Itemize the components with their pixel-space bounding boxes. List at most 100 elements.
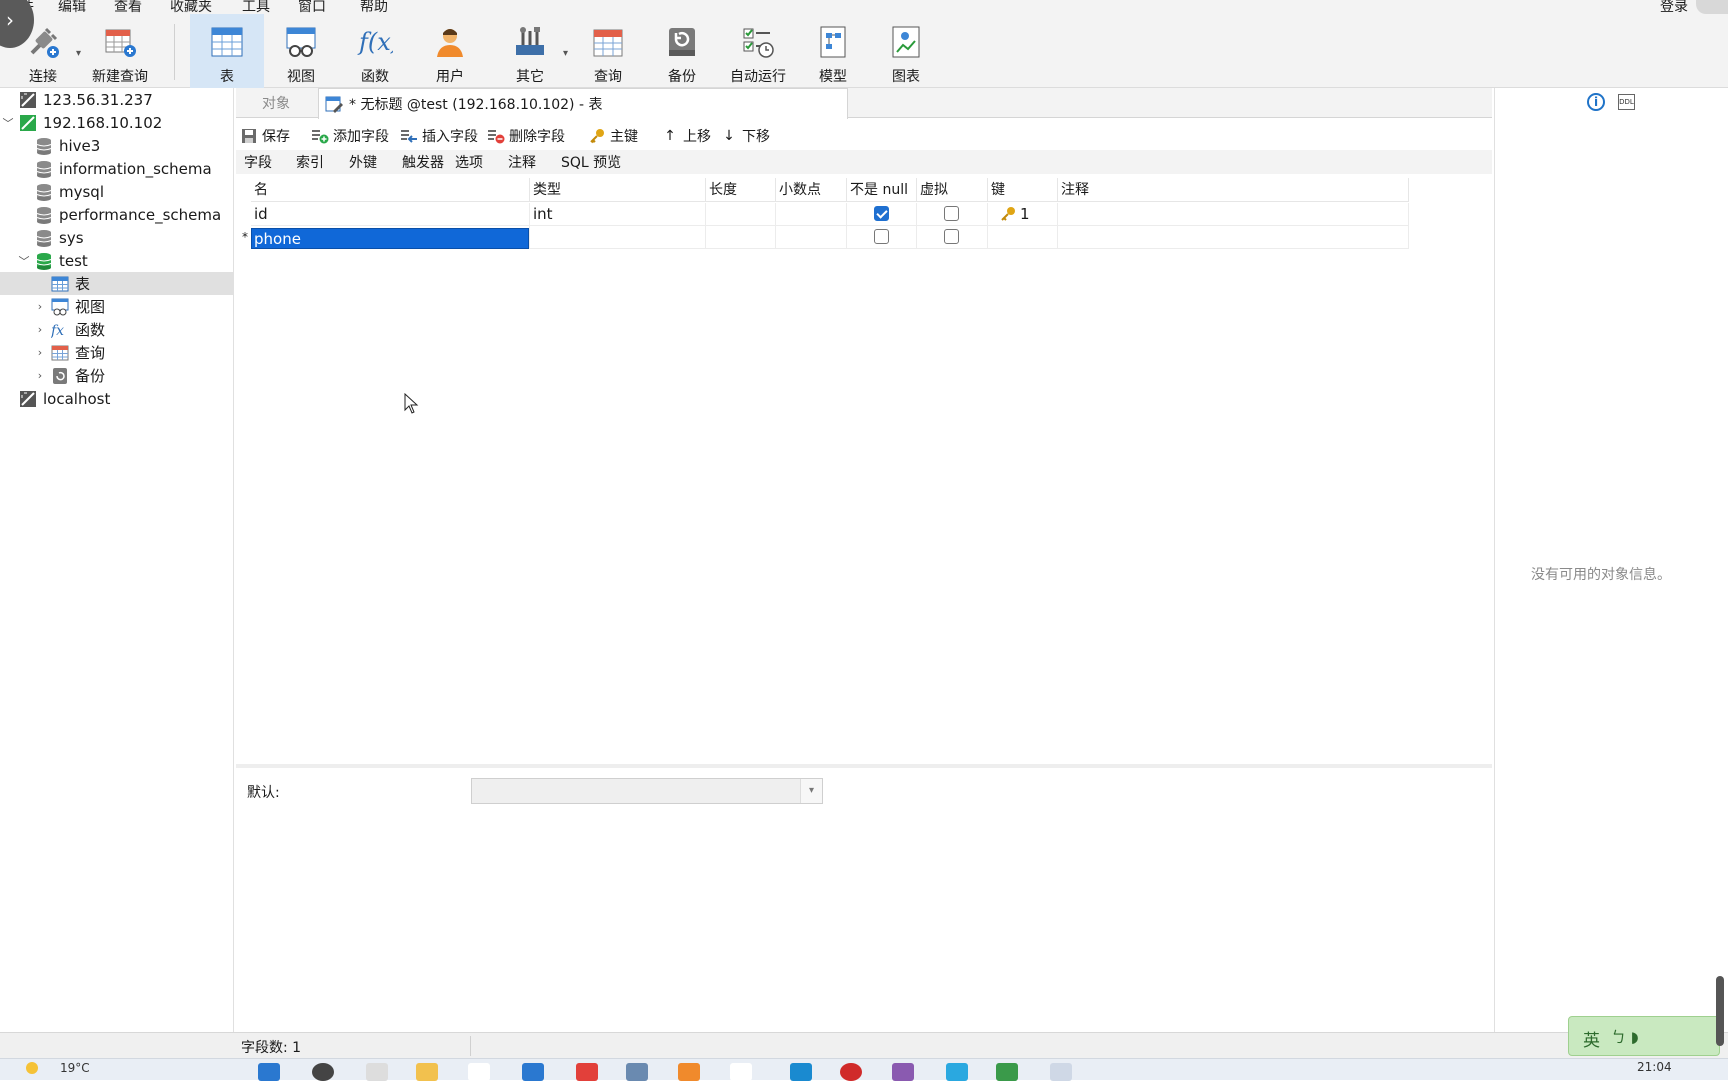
app-icon[interactable] bbox=[996, 1063, 1018, 1081]
tree-item-functions[interactable]: › fx 函数 bbox=[0, 318, 233, 341]
field-type-cell[interactable]: int bbox=[530, 203, 706, 226]
field-length-cell[interactable] bbox=[706, 226, 776, 249]
not-null-checkbox[interactable] bbox=[874, 229, 889, 244]
avatar[interactable] bbox=[1696, 0, 1728, 14]
tab-indexes[interactable]: 索引 bbox=[296, 152, 324, 172]
field-name-editor[interactable]: phone bbox=[251, 228, 529, 249]
column-header-length[interactable]: 长度 bbox=[706, 178, 776, 202]
app-icon[interactable] bbox=[946, 1063, 968, 1081]
virtual-checkbox[interactable] bbox=[944, 206, 959, 221]
info-icon[interactable]: i bbox=[1587, 93, 1605, 111]
insert-field-button[interactable]: 插入字段 bbox=[400, 125, 478, 147]
field-length-cell[interactable] bbox=[706, 203, 776, 226]
tab-objects[interactable]: 对象 bbox=[236, 88, 316, 118]
not-null-checkbox[interactable] bbox=[874, 206, 889, 221]
tree-connection[interactable]: 123.56.31.237 bbox=[0, 88, 233, 111]
search-icon[interactable] bbox=[312, 1063, 334, 1081]
tab-foreign-keys[interactable]: 外键 bbox=[349, 152, 377, 172]
column-header-type[interactable]: 类型 bbox=[530, 178, 706, 202]
primary-key-button[interactable]: 主键 bbox=[588, 125, 638, 147]
field-name-cell[interactable]: id bbox=[251, 203, 530, 226]
field-decimals-cell[interactable] bbox=[776, 203, 847, 226]
field-type-cell[interactable] bbox=[530, 226, 706, 249]
app-icon[interactable] bbox=[790, 1063, 812, 1081]
chevron-right-icon[interactable]: › bbox=[33, 369, 47, 382]
ddl-icon[interactable]: DDL bbox=[1618, 94, 1635, 110]
model-button[interactable]: 模型 bbox=[796, 14, 870, 88]
navicat-taskbar-icon[interactable] bbox=[1050, 1063, 1072, 1081]
virtual-checkbox[interactable] bbox=[944, 229, 959, 244]
tab-sql-preview[interactable]: SQL 预览 bbox=[561, 152, 621, 172]
move-down-button[interactable]: ↓ 下移 bbox=[720, 125, 770, 147]
field-key-cell[interactable] bbox=[988, 226, 1058, 249]
tree-item-tables[interactable]: 表 bbox=[0, 272, 233, 295]
tree-database[interactable]: ﹀ test bbox=[0, 249, 233, 272]
query-button[interactable]: 查询 bbox=[571, 14, 645, 88]
autorun-button[interactable]: 自动运行 bbox=[720, 14, 796, 88]
chevron-right-icon[interactable]: › bbox=[33, 300, 47, 313]
move-up-button[interactable]: ↑ 上移 bbox=[661, 125, 711, 147]
others-button[interactable]: 其它 bbox=[493, 14, 567, 88]
tree-connection[interactable]: localhost bbox=[0, 387, 233, 410]
view-button[interactable]: 视图 bbox=[264, 14, 338, 88]
task-view-icon[interactable] bbox=[366, 1063, 388, 1081]
app-icon[interactable] bbox=[576, 1063, 598, 1081]
save-button[interactable]: 保存 bbox=[240, 125, 290, 147]
tree-connection[interactable]: ﹀ 192.168.10.102 bbox=[0, 111, 233, 134]
tab-table-designer[interactable]: * 无标题 @test (192.168.10.102) - 表 bbox=[318, 88, 848, 119]
chart-button[interactable]: 图表 bbox=[869, 14, 943, 88]
app-icon[interactable] bbox=[626, 1063, 648, 1081]
function-button[interactable]: f(x) 函数 bbox=[338, 14, 412, 88]
tab-comment[interactable]: 注释 bbox=[508, 152, 536, 172]
weather-icon[interactable] bbox=[26, 1062, 38, 1074]
ime-toolbar[interactable]: 英 ㄅ ◗ bbox=[1568, 1016, 1720, 1056]
default-value-select[interactable]: ▾ bbox=[471, 778, 823, 804]
field-comment-cell[interactable] bbox=[1058, 203, 1409, 226]
tree-database[interactable]: information_schema bbox=[0, 157, 233, 180]
chevron-down-icon[interactable]: ▾ bbox=[800, 779, 822, 803]
tree-database[interactable]: hive3 bbox=[0, 134, 233, 157]
backup-button[interactable]: 备份 bbox=[645, 14, 719, 88]
table-button[interactable]: 表 bbox=[190, 14, 264, 88]
weather-temp[interactable]: 19°C bbox=[60, 1061, 90, 1075]
app-icon[interactable] bbox=[468, 1063, 490, 1081]
tab-fields[interactable]: 字段 bbox=[244, 152, 272, 172]
tab-options[interactable]: 选项 bbox=[455, 152, 483, 172]
field-comment-cell[interactable] bbox=[1058, 226, 1409, 249]
start-icon[interactable] bbox=[258, 1063, 280, 1081]
tree-database[interactable]: performance_schema bbox=[0, 203, 233, 226]
chevron-down-icon[interactable]: ▾ bbox=[76, 48, 81, 59]
app-icon[interactable] bbox=[730, 1063, 752, 1081]
ime-mode[interactable]: ㄅ ◗ bbox=[1611, 1026, 1639, 1047]
chevron-right-icon[interactable]: › bbox=[33, 346, 47, 359]
scrollbar-thumb[interactable] bbox=[1716, 976, 1724, 1046]
chevron-down-icon[interactable]: ﹀ bbox=[17, 253, 31, 269]
column-header-virtual[interactable]: 虚拟 bbox=[917, 178, 988, 202]
app-icon[interactable] bbox=[892, 1063, 914, 1081]
tree-item-views[interactable]: › 视图 bbox=[0, 295, 233, 318]
add-field-button[interactable]: 添加字段 bbox=[311, 125, 389, 147]
column-header-comment[interactable]: 注释 bbox=[1058, 178, 1409, 202]
column-header-decimals[interactable]: 小数点 bbox=[776, 178, 847, 202]
app-icon[interactable] bbox=[678, 1063, 700, 1081]
column-header-name[interactable]: 名 bbox=[251, 178, 530, 202]
column-header-not-null[interactable]: 不是 null bbox=[847, 178, 917, 202]
chevron-down-icon[interactable]: ▾ bbox=[563, 48, 568, 59]
column-header-key[interactable]: 键 bbox=[988, 178, 1058, 202]
user-button[interactable]: 用户 bbox=[413, 14, 487, 88]
field-key-cell[interactable]: 1 bbox=[988, 203, 1058, 226]
clock[interactable]: 21:04 bbox=[1637, 1060, 1672, 1074]
tree-item-queries[interactable]: › 查询 bbox=[0, 341, 233, 364]
chevron-right-icon[interactable]: › bbox=[33, 323, 47, 336]
chevron-down-icon[interactable]: ﹀ bbox=[1, 115, 15, 131]
tree-database[interactable]: sys bbox=[0, 226, 233, 249]
app-icon[interactable] bbox=[522, 1063, 544, 1081]
tab-triggers[interactable]: 触发器 bbox=[402, 152, 444, 172]
tree-item-backups[interactable]: › 备份 bbox=[0, 364, 233, 387]
tree-database[interactable]: mysql bbox=[0, 180, 233, 203]
file-explorer-icon[interactable] bbox=[416, 1063, 438, 1081]
field-decimals-cell[interactable] bbox=[776, 226, 847, 249]
app-icon[interactable] bbox=[840, 1063, 862, 1081]
new-query-button[interactable]: 新建查询 bbox=[83, 14, 157, 88]
delete-field-button[interactable]: 删除字段 bbox=[487, 125, 565, 147]
